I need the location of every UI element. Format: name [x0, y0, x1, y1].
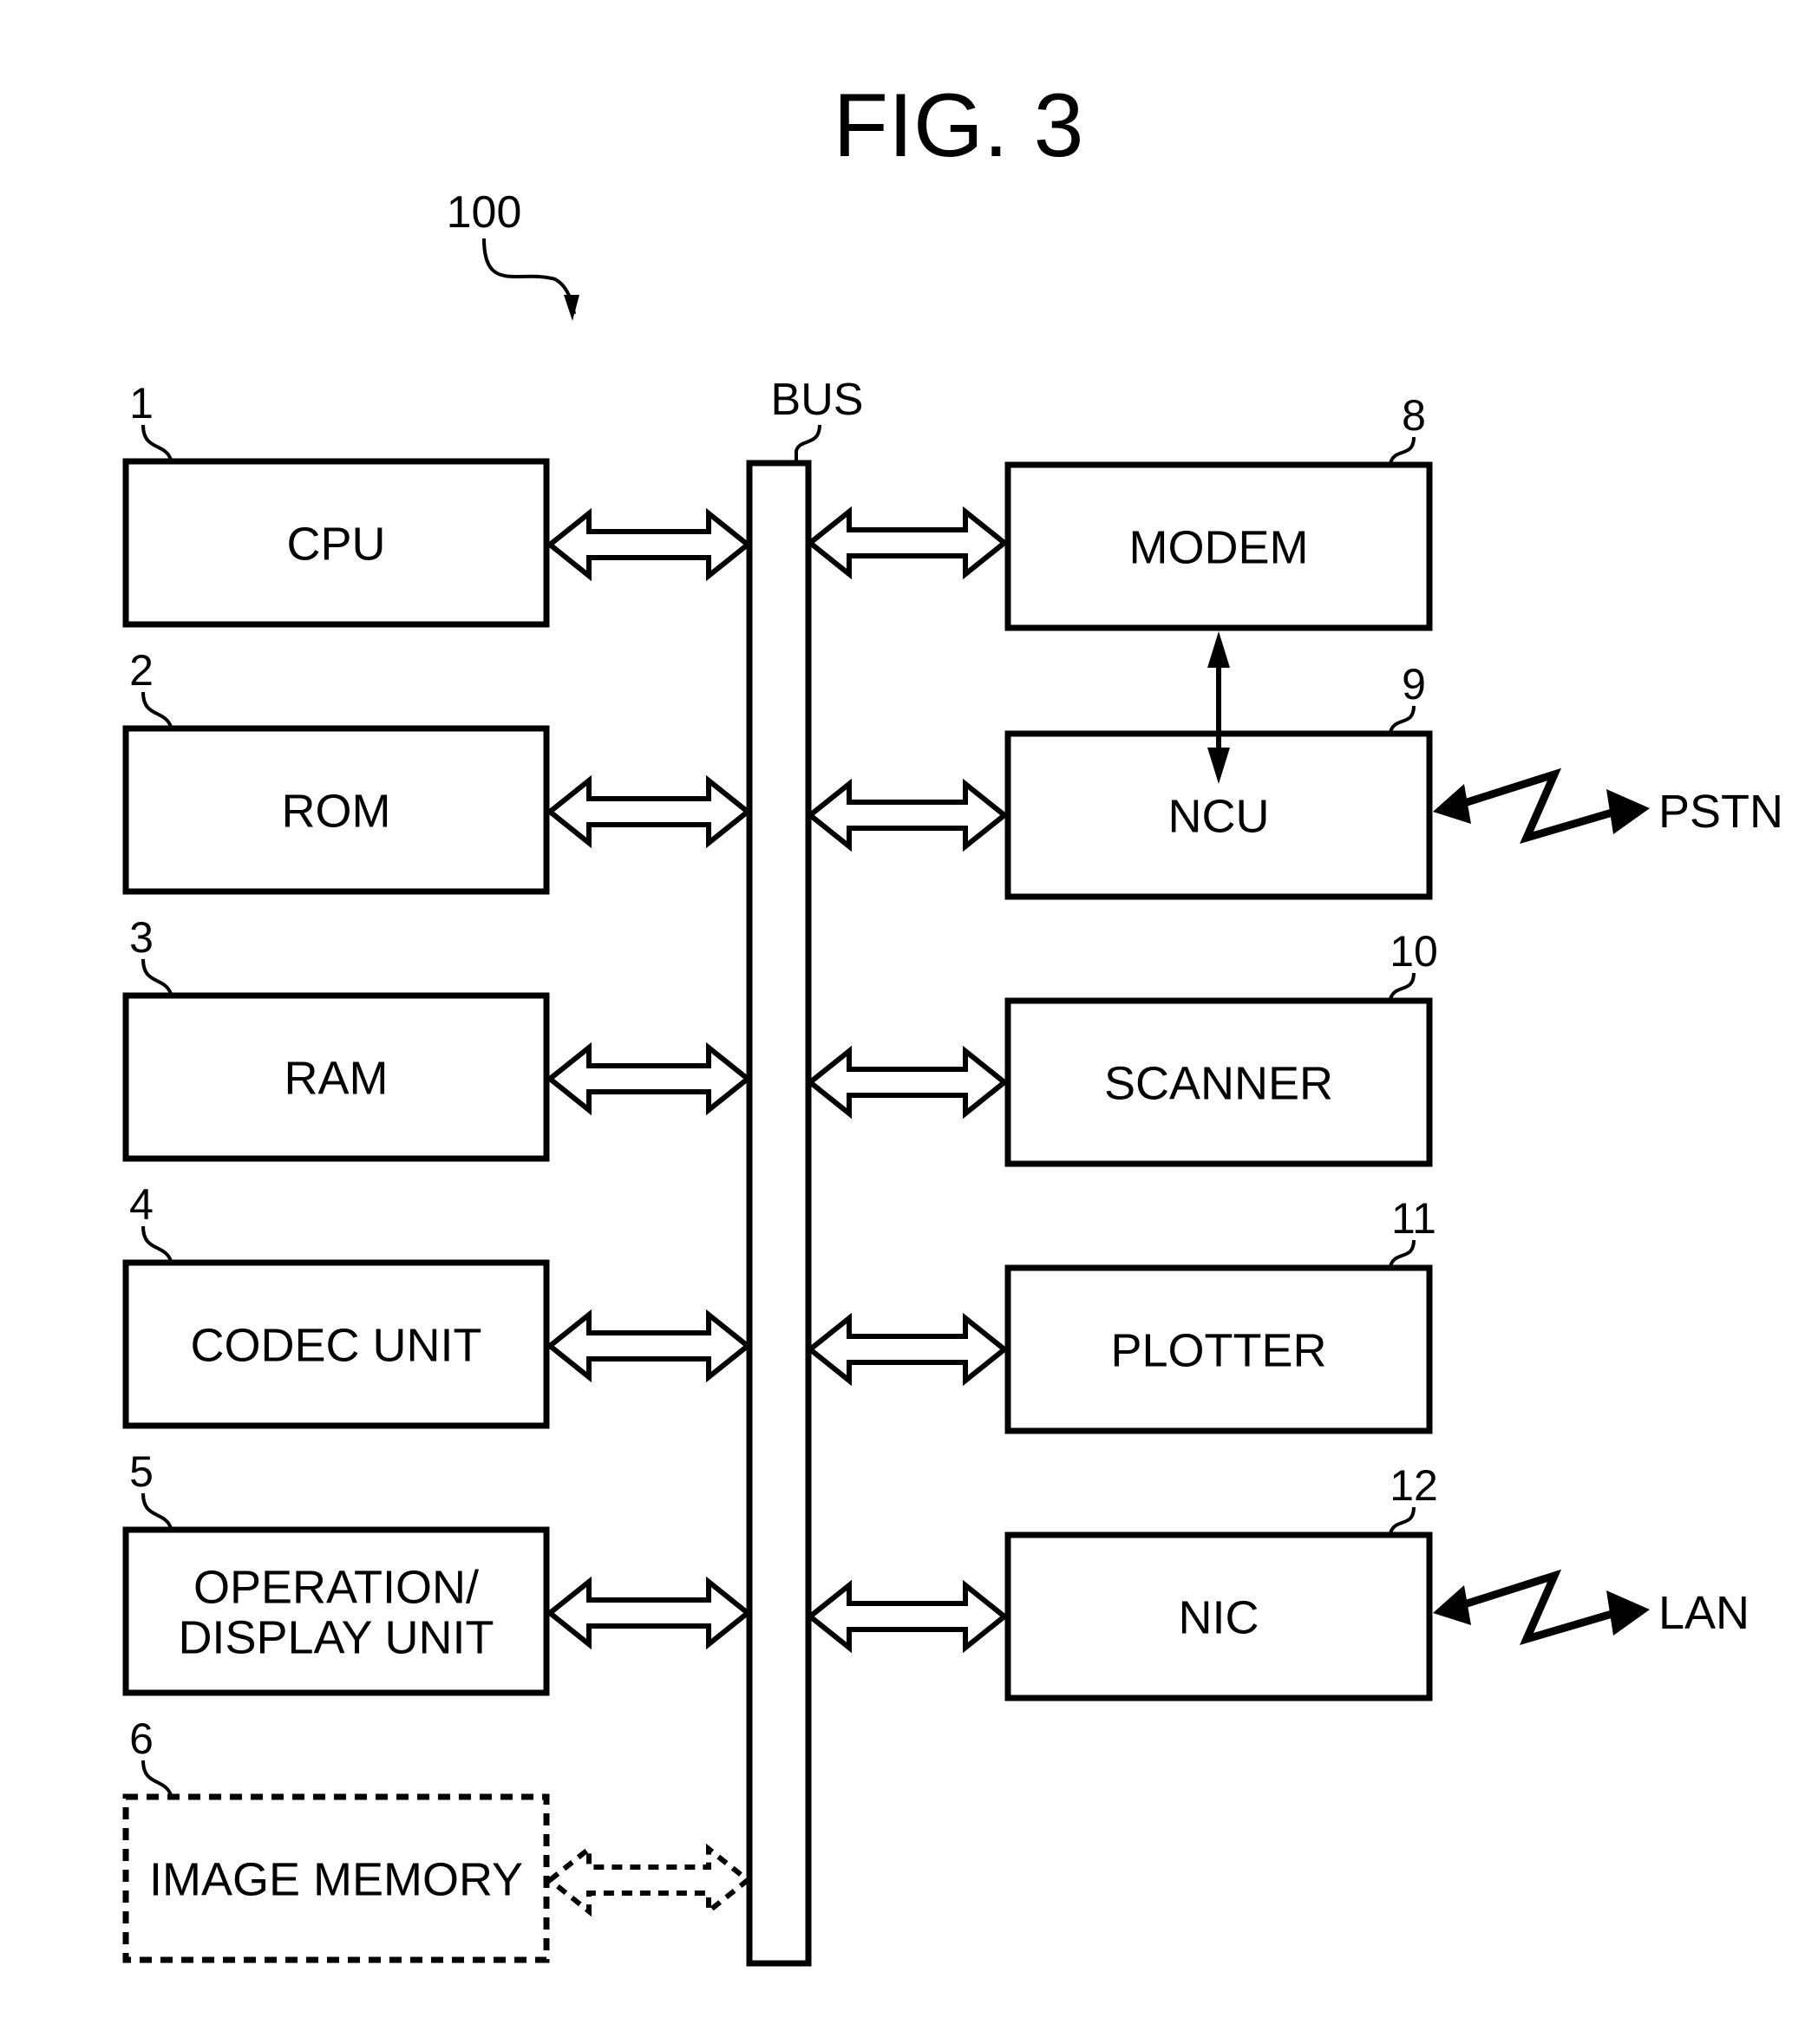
- block-label: CODEC UNIT: [191, 1319, 482, 1371]
- ref-leader: [1389, 1239, 1416, 1267]
- ref-number: 11: [1391, 1194, 1436, 1243]
- bus-arrow: [806, 1312, 1009, 1387]
- block-label: MODEM: [1129, 521, 1309, 573]
- ref-leader: [1389, 436, 1416, 464]
- bus-arrow: [806, 1579, 1009, 1654]
- bus-arrow: [546, 507, 752, 582]
- ref-number: 6: [129, 1714, 154, 1763]
- block-image-memory: IMAGE MEMORY 6: [122, 1714, 752, 1963]
- block-operation-display-unit: OPERATION/DISPLAY UNIT 5: [122, 1447, 752, 1696]
- arrowhead-right-icon: [1606, 789, 1650, 834]
- ref-leader: [141, 1492, 173, 1529]
- ref-leader: [141, 1760, 173, 1796]
- ref-number: 10: [1390, 927, 1438, 976]
- block-label: PLOTTER: [1110, 1324, 1326, 1376]
- block-ram: RAM 3: [122, 913, 752, 1162]
- bus-arrow: [806, 778, 1009, 852]
- ref-leader: [141, 691, 173, 728]
- bus-arrow: [806, 506, 1009, 580]
- block-nic: NIC 12 LAN: [806, 1461, 1749, 1701]
- ref-number: 12: [1390, 1461, 1438, 1510]
- right-blocks: MODEM 8 NCU 9 PSTN SCANNER 10 PLOTTER 11 NIC 12 LAN: [806, 391, 1783, 1701]
- block-plotter: PLOTTER 11: [806, 1194, 1436, 1434]
- block-codec-unit: CODEC UNIT 4: [122, 1180, 752, 1429]
- ref-leader: [1389, 972, 1416, 1000]
- ref-number: 2: [129, 646, 154, 695]
- ref-number: 9: [1402, 660, 1426, 709]
- block-ncu: NCU 9 PSTN: [806, 660, 1783, 900]
- ref-number: 4: [129, 1180, 154, 1229]
- bus-arrow: [546, 1309, 752, 1383]
- block-label: OPERATION/: [193, 1561, 479, 1613]
- ref-leader: [141, 958, 173, 995]
- bus-label: BUS: [771, 375, 864, 425]
- lightning-link: [1457, 1569, 1617, 1646]
- block-label: ROM: [282, 785, 391, 837]
- ref-leader: [141, 424, 173, 460]
- block-label: NIC: [1179, 1591, 1259, 1643]
- block-diagram: FIG. 3 100 BUS CPU 1 ROM 2 RAM 3 CODEC UNIT 4 OP…: [122, 75, 1783, 1967]
- figure-title: FIG. 3: [834, 75, 1084, 176]
- bus-arrow: [546, 1843, 752, 1917]
- external-network-label: PSTN: [1658, 786, 1783, 838]
- block-cpu: CPU 1: [122, 379, 752, 628]
- system-ref-leader: [482, 238, 576, 315]
- ref-number: 1: [129, 379, 154, 428]
- lightning-link: [1457, 767, 1617, 845]
- ref-leader: [1389, 705, 1416, 733]
- modem-ncu-arrowhead-up: [1207, 631, 1230, 668]
- bus-arrow: [546, 1042, 752, 1116]
- ref-leader: [1389, 1506, 1416, 1534]
- arrowhead-left-icon: [1433, 1585, 1471, 1625]
- bus-arrow: [546, 774, 752, 849]
- external-network-label: LAN: [1658, 1587, 1749, 1639]
- block-label: SCANNER: [1104, 1057, 1333, 1109]
- left-blocks: CPU 1 ROM 2 RAM 3 CODEC UNIT 4 OPERATION/DISPLAY…: [122, 379, 752, 1963]
- ref-number: 5: [129, 1447, 154, 1496]
- bus: [746, 460, 812, 1967]
- block-label: CPU: [286, 518, 385, 570]
- block-rom: ROM 2: [122, 646, 752, 895]
- bus-arrow: [546, 1576, 752, 1650]
- block-modem: MODEM 8: [806, 391, 1433, 631]
- bus-arrow: [806, 1045, 1009, 1120]
- arrowhead-left-icon: [1433, 784, 1471, 824]
- block-label: NCU: [1168, 790, 1270, 842]
- block-label: DISPLAY UNIT: [178, 1611, 494, 1663]
- system-ref-label: 100: [447, 187, 522, 238]
- block-label: RAM: [284, 1052, 389, 1104]
- block-scanner: SCANNER 10: [806, 927, 1438, 1167]
- bus-leader: [795, 424, 821, 461]
- system-ref-arrowhead: [564, 295, 579, 321]
- arrowhead-right-icon: [1606, 1590, 1650, 1636]
- block-label: IMAGE MEMORY: [149, 1853, 523, 1905]
- ref-number: 3: [129, 913, 154, 962]
- ref-leader: [141, 1225, 173, 1262]
- ref-number: 8: [1402, 391, 1426, 440]
